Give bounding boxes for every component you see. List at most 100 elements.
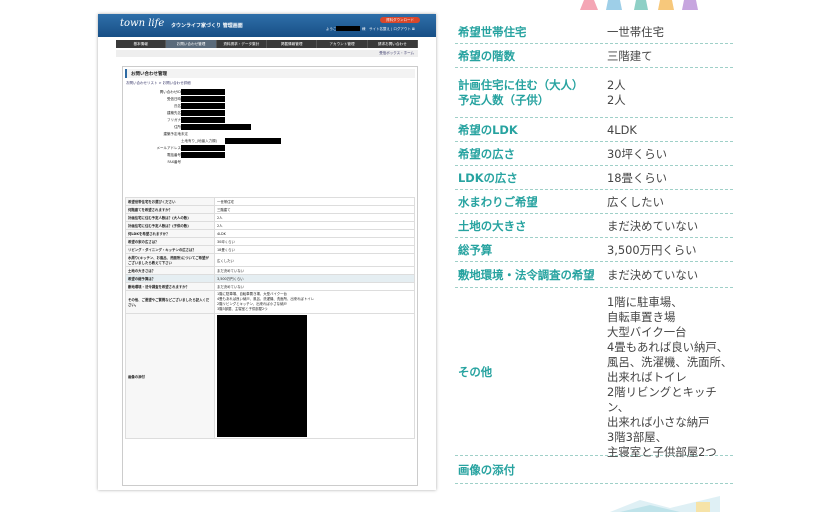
info-row: 電話番号: [133, 152, 413, 159]
info-label: 氏名: [174, 104, 181, 108]
detail-label: 敷地環境・法令調査の希望: [458, 268, 595, 282]
info-row: メールアドレス: [133, 145, 413, 152]
detail-value: 30坪くらい: [607, 147, 668, 161]
redacted-attachment-image: [217, 315, 307, 437]
answer-cell: 三階建て: [214, 205, 415, 214]
detail-label: 希望の階数: [458, 49, 515, 63]
answer-cell: 4LDK: [214, 229, 415, 238]
detail-value: 2人 2人: [607, 78, 626, 107]
nav-item[interactable]: 基本情報: [116, 40, 167, 48]
redacted-value: [181, 103, 225, 109]
answer-cell: 1階に駐車場、自転車置き場、大型バイク一台 4畳もあれば良い納戸、風呂、洗濯機、…: [214, 290, 415, 314]
info-label: 問い合わせID: [159, 90, 181, 94]
detail-value: 広くしたい: [607, 195, 664, 209]
detail-row: 希望の広さ 30坪くらい: [455, 143, 733, 166]
answer-cell: 広くしたい: [214, 253, 415, 267]
table-row: 水周り(キッチン、お風呂、洗面所)についてご希望がございましたら教えて下さい 広く…: [125, 253, 415, 267]
info-label: 建築予定地: [163, 132, 182, 136]
table-row: 計画住宅に住む予定人数は？(大人の数) 2人: [125, 213, 415, 222]
redacted-value: [181, 110, 225, 116]
detail-label: 水まわりご希望: [458, 195, 538, 209]
detail-value: まだ決めていない: [607, 219, 699, 233]
redacted-value: [181, 96, 225, 102]
detail-label: 希望の広さ: [458, 147, 515, 161]
info-text: 未定: [181, 132, 188, 136]
detail-label: 計画住宅に住む（大人） 予定人数（子供）: [458, 78, 584, 107]
table-row: 何階建てを希望されますか？ 三階建て: [125, 205, 415, 214]
info-row: フリガナ: [133, 117, 413, 124]
panel-title-bar: お問い合わせ管理: [125, 69, 415, 78]
admin-subtitle: タウンライフ家づくり 管理画面: [171, 23, 243, 29]
question-cell: 計画住宅に住む予定人数は？(大人の数): [125, 213, 215, 222]
table-row: 土地の大きさは？ まだ決めていない: [125, 266, 415, 275]
table-row: 希望世帯住宅をお選びください 一世帯住宅: [125, 197, 415, 206]
answer-cell: 一世帯住宅: [214, 197, 415, 206]
detail-label: 総予算: [458, 243, 493, 257]
redacted-value: [181, 124, 251, 130]
table-row: その他、ご要望やご質問などございましたら記入ください。 1階に駐車場、自転車置き場…: [125, 290, 415, 314]
nav-item[interactable]: 請求お問い合わせ: [368, 40, 418, 48]
info-row: 建築先名: [133, 110, 413, 117]
detail-value: 18畳くらい: [607, 171, 668, 185]
detail-row: 希望のLDK 4LDK: [455, 119, 733, 142]
question-cell: 希望の総予算は？: [125, 274, 215, 283]
detail-row: 希望世帯住宅 一世帯住宅: [455, 21, 733, 44]
table-row-highlighted: 希望の総予算は？ 3,500万円くらい: [125, 274, 415, 283]
question-cell: リビング・ダイニング・キッチンの広さは？: [125, 245, 215, 254]
question-cell: 何階建てを希望されますか？: [125, 205, 215, 214]
nav-item-active[interactable]: お問い合わせ管理: [166, 40, 217, 48]
info-label: 電話番号: [167, 153, 181, 157]
admin-header: town life タウンライフ家づくり 管理画面 資料ダウンロード ようこそ …: [98, 14, 436, 37]
answer-cell: 30坪くらい: [214, 237, 415, 246]
info-label: メールアドレス: [156, 146, 182, 150]
user-links[interactable]: 様 サイト名整え | ログアウト ⊠: [362, 27, 415, 32]
answer-cell: 2人: [214, 221, 415, 230]
redacted-value: [181, 117, 225, 123]
question-cell: 水周り(キッチン、お風呂、洗面所)についてご希望がございましたら教えて下さい: [125, 253, 215, 267]
table-row: 計画住宅に住む予定人数は？(子供の数) 2人: [125, 221, 415, 230]
top-crumb-bar: 受信ボックス・ホーム: [116, 50, 418, 57]
question-cell: 何LDKを希望されますか？: [125, 229, 215, 238]
detail-row: 土地の大きさ まだ決めていない: [455, 215, 733, 238]
info-row: 建築予定地 未定: [133, 131, 413, 138]
table-row: 希望の家の広さは？ 30坪くらい: [125, 237, 415, 246]
nav-item[interactable]: アカウント管理: [317, 40, 368, 48]
detail-row: 総予算 3,500万円くらい: [455, 239, 733, 262]
redacted-value: [181, 152, 225, 158]
answer-cell: 3,500万円くらい: [214, 274, 415, 283]
question-cell: 土地の大きさは？: [125, 266, 215, 275]
contact-info: 問い合わせID 受信日時 氏名 建築先名 フリガナ 住所 建築予定地 未定 土地有…: [133, 89, 413, 166]
table-row: 画像の添付: [125, 313, 415, 439]
inquiry-panel: お問い合わせ管理 お問い合わせリスト > お問い合わせ詳細 問い合わせID 受信…: [122, 66, 418, 486]
question-cell: 希望世帯住宅をお選びください: [125, 197, 215, 206]
info-label: 住所: [174, 125, 181, 129]
form-answers-table: 希望世帯住宅をお選びください 一世帯住宅 何階建てを希望されますか？ 三階建て 計画…: [125, 197, 415, 439]
panel-title: お問い合わせ管理: [131, 72, 167, 77]
info-row: FAX番号: [133, 159, 413, 166]
answer-cell: まだ決めていない: [214, 266, 415, 275]
answer-cell: 18畳くらい: [214, 245, 415, 254]
panel-breadcrumb[interactable]: お問い合わせリスト > お問い合わせ詳細: [126, 81, 191, 86]
question-cell: 計画住宅に住む予定人数は？(子供の数): [125, 221, 215, 230]
download-button[interactable]: 資料ダウンロード: [380, 17, 420, 23]
info-row: 住所: [133, 124, 413, 131]
people-illustration-top: [580, 0, 698, 10]
detail-row: 水まわりご希望 広くしたい: [455, 191, 733, 214]
crumb-link[interactable]: 受信ボックス・ホーム: [379, 51, 414, 56]
townlife-logo: town life: [120, 18, 165, 29]
detail-value: 4LDK: [607, 123, 637, 137]
answer-cell: 2人: [214, 213, 415, 222]
detail-row: 画像の添付: [455, 457, 733, 484]
redacted-value: [181, 145, 225, 151]
info-row: 問い合わせID: [133, 89, 413, 96]
nav-item[interactable]: 資料請求・データ集計: [217, 40, 267, 48]
admin-nav: 基本情報 お問い合わせ管理 資料請求・データ集計 掲載情報管理 アカウント管理 …: [116, 40, 418, 48]
detail-label: 希望世帯住宅: [458, 25, 527, 39]
question-cell: 敷地環境・法令調査を希望されますか？: [125, 282, 215, 291]
detail-row: 敷地環境・法令調査の希望 まだ決めていない: [455, 263, 733, 288]
table-row: 何LDKを希望されますか？ 4LDK: [125, 229, 415, 238]
redacted-value: [181, 89, 225, 95]
nav-item[interactable]: 掲載情報管理: [267, 40, 318, 48]
detail-row: その他 1階に駐車場、 自転車置き場 大型バイク一台 4畳もあれば良い納戸、 風…: [455, 289, 733, 459]
detail-value: 三階建て: [607, 49, 653, 63]
